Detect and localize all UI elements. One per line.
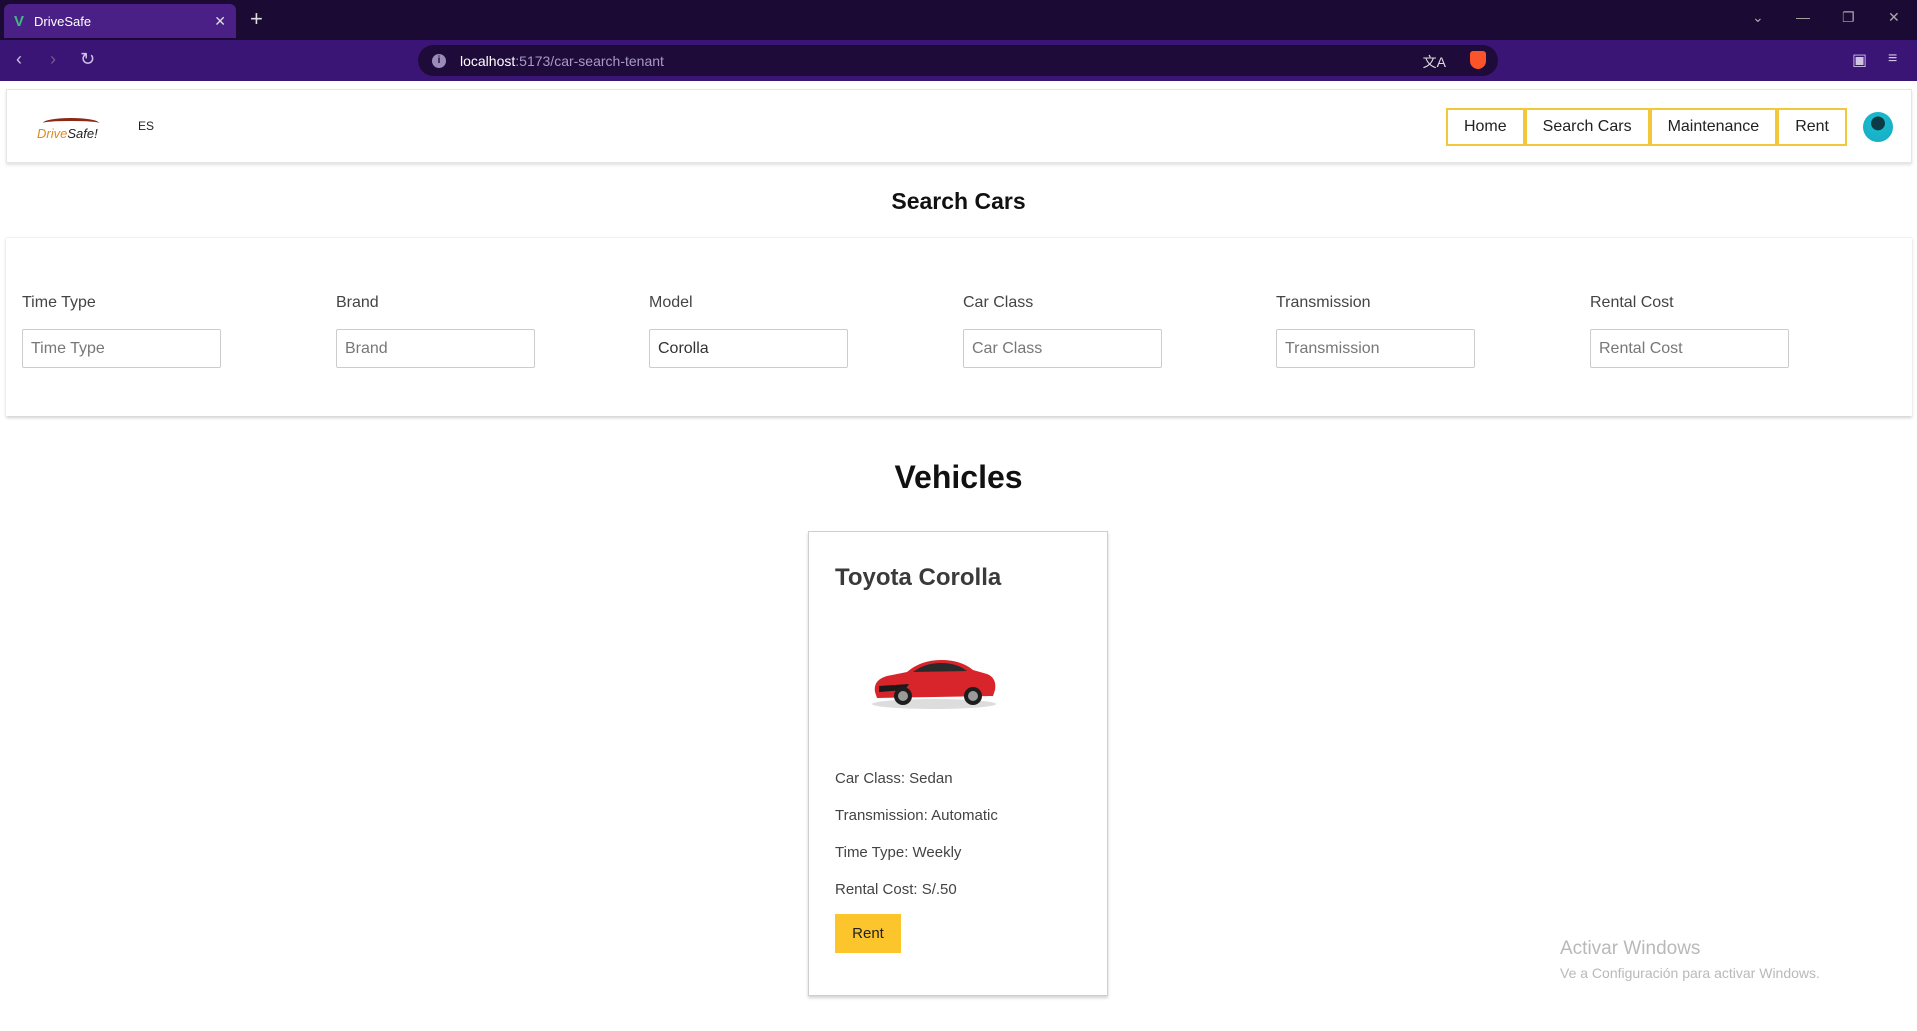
time-type-label: Time Type — [22, 294, 96, 311]
car-class-label: Car Class — [963, 294, 1034, 311]
url-host: localhost — [460, 52, 516, 69]
brand-label: Brand — [336, 294, 379, 311]
app-header: DriveSafe! ES Home Search Cars Maintenan… — [6, 89, 1912, 163]
translate-icon[interactable]: 文A — [1423, 52, 1446, 72]
reload-button[interactable]: ↻ — [80, 49, 95, 70]
model-label: Model — [649, 294, 693, 311]
browser-toolbar: ‹ › ↻ i localhost :5173/car-search-tenan… — [0, 40, 1917, 81]
rental-cost-label: Rental Cost — [1590, 294, 1674, 311]
rent-button[interactable]: Rent — [835, 914, 901, 953]
vehicle-name: Toyota Corolla — [835, 564, 1002, 591]
address-bar[interactable]: i localhost :5173/car-search-tenant 文A — [418, 45, 1498, 76]
tab-list-icon[interactable]: ⌄ — [1752, 9, 1764, 26]
menu-search-cars-button[interactable]: Search Cars — [1524, 108, 1650, 146]
time-type-text: Time Type: Weekly — [835, 844, 962, 861]
browser-tab-bar: V DriveSafe ✕ + ⌄ — ❐ ✕ — [0, 0, 1917, 40]
logo-text-safe: Safe! — [67, 126, 98, 141]
browser-tab[interactable]: V DriveSafe ✕ — [4, 4, 236, 38]
rental-cost-text: Rental Cost: S/.50 — [835, 881, 957, 898]
user-avatar[interactable] — [1863, 112, 1893, 142]
menu-home-button[interactable]: Home — [1445, 108, 1525, 146]
car-class-input[interactable] — [963, 329, 1162, 368]
new-tab-button[interactable]: + — [250, 6, 263, 32]
url-path: :5173/car-search-tenant — [515, 52, 664, 69]
site-info-icon[interactable]: i — [432, 53, 446, 68]
car-image — [872, 660, 996, 709]
brand-input[interactable] — [336, 329, 535, 368]
main-menu: Home Search Cars Maintenance Rent — [1445, 108, 1847, 146]
menu-icon[interactable]: ≡ — [1888, 50, 1897, 68]
activation-watermark-title: Activar Windows — [1560, 938, 1701, 959]
filter-panel: Time Type Brand Model Car Class Transmis… — [6, 237, 1912, 416]
page-title: Search Cars — [891, 188, 1026, 214]
model-input[interactable] — [649, 329, 848, 368]
vehicle-card: Toyota Corolla Car Class: Sedan Transmis… — [808, 531, 1108, 996]
restore-button[interactable]: ❐ — [1842, 9, 1855, 26]
back-button[interactable]: ‹ — [16, 49, 22, 70]
transmission-text: Transmission: Automatic — [835, 807, 998, 824]
brave-shields-icon[interactable] — [1470, 51, 1486, 69]
vehicles-title: Vehicles — [894, 459, 1023, 495]
transmission-label: Transmission — [1276, 294, 1371, 311]
drivesafe-logo[interactable]: DriveSafe! — [37, 118, 101, 141]
transmission-input[interactable] — [1276, 329, 1475, 368]
language-toggle[interactable]: ES — [138, 119, 154, 133]
wallet-icon[interactable]: ▣ — [1852, 50, 1867, 70]
rental-cost-input[interactable] — [1590, 329, 1789, 368]
logo-text-drive: Drive — [37, 126, 68, 141]
tab-title: DriveSafe — [34, 13, 92, 29]
activation-watermark-text: Ve a Configuración para activar Windows. — [1560, 965, 1820, 981]
forward-button[interactable]: › — [50, 49, 56, 70]
menu-maintenance-button[interactable]: Maintenance — [1649, 108, 1778, 146]
car-class-text: Car Class: Sedan — [835, 770, 953, 787]
close-window-button[interactable]: ✕ — [1888, 9, 1900, 26]
menu-rent-button[interactable]: Rent — [1777, 108, 1847, 146]
tab-close-icon[interactable]: ✕ — [214, 13, 226, 30]
vue-favicon-icon: V — [14, 12, 25, 30]
time-type-input[interactable] — [22, 329, 221, 368]
minimize-button[interactable]: — — [1796, 9, 1810, 25]
